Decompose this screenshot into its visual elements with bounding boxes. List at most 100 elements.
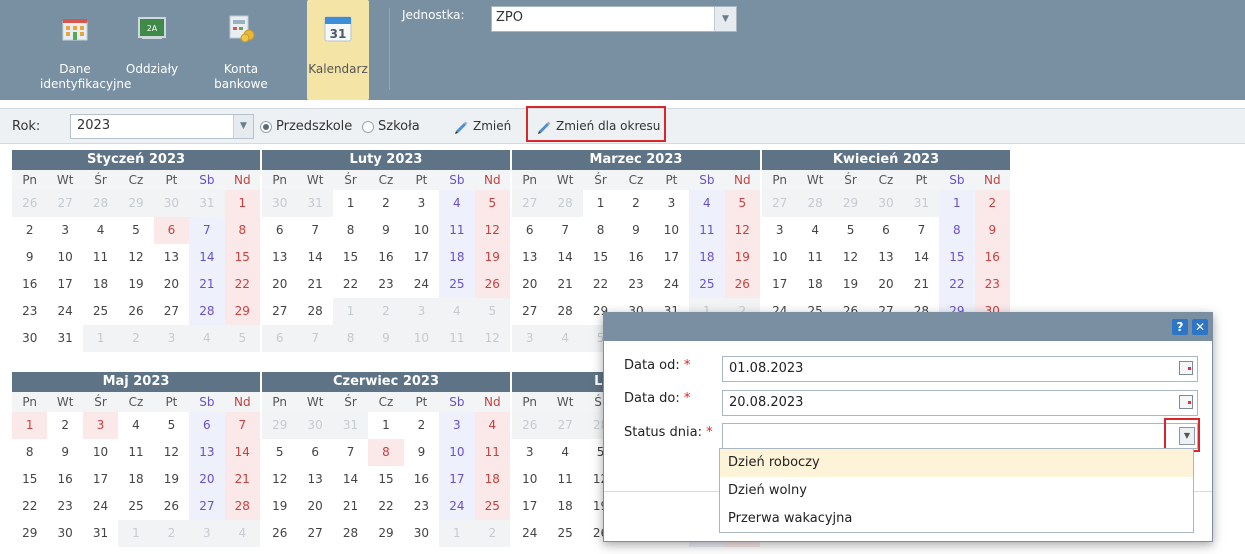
day-cell[interactable]: 22 (368, 493, 403, 520)
day-cell[interactable]: 22 (583, 271, 618, 298)
day-cell[interactable]: 13 (189, 439, 225, 466)
day-cell[interactable]: 24 (47, 298, 82, 325)
day-cell[interactable]: 3 (82, 412, 119, 439)
day-cell[interactable]: 3 (762, 217, 797, 244)
day-cell[interactable]: 16 (12, 271, 47, 298)
day-cell[interactable]: 2 (12, 217, 47, 244)
day-cell[interactable]: 28 (297, 298, 332, 325)
day-cell[interactable]: 15 (224, 244, 260, 271)
day-cell[interactable]: 8 (939, 217, 975, 244)
help-icon[interactable]: ? (1172, 319, 1188, 335)
day-cell[interactable]: 6 (189, 412, 225, 439)
day-cell[interactable]: 14 (904, 244, 939, 271)
day-cell[interactable]: 14 (224, 439, 260, 466)
day-cell[interactable]: 5 (724, 190, 760, 217)
day-cell[interactable]: 4 (547, 439, 582, 466)
day-cell[interactable]: 7 (333, 439, 368, 466)
day-cell[interactable]: 9 (618, 217, 653, 244)
day-cell[interactable]: 10 (512, 466, 547, 493)
day-cell[interactable]: 28 (189, 298, 225, 325)
day-cell[interactable]: 8 (368, 439, 404, 466)
day-cell[interactable]: 16 (368, 244, 403, 271)
day-cell[interactable]: 23 (47, 493, 82, 520)
day-cell[interactable]: 4 (83, 217, 118, 244)
day-cell[interactable]: 18 (474, 466, 510, 493)
day-cell[interactable]: 14 (547, 244, 582, 271)
day-cell[interactable]: 31 (47, 325, 82, 352)
radio-preschool-label[interactable]: Przedszkole (276, 119, 352, 134)
day-cell[interactable]: 24 (439, 493, 475, 520)
day-cell[interactable]: 10 (83, 439, 118, 466)
day-cell[interactable]: 29 (12, 520, 47, 547)
date-to-input[interactable]: 20.08.2023 (722, 390, 1198, 416)
day-cell[interactable]: 9 (12, 244, 47, 271)
day-cell[interactable]: 18 (797, 271, 832, 298)
day-cell[interactable]: 19 (833, 271, 868, 298)
day-cell[interactable]: 1 (939, 190, 975, 217)
tool-oddzialy[interactable]: 2A Oddziały (122, 0, 182, 100)
status-option-dzien-wolny[interactable]: Dzień wolny (720, 477, 1193, 505)
day-cell[interactable]: 4 (689, 190, 725, 217)
day-cell[interactable]: 25 (439, 271, 475, 298)
day-cell[interactable]: 9 (974, 217, 1010, 244)
tool-konta-bankowe[interactable]: Konta bankowe (196, 0, 286, 100)
day-cell[interactable]: 25 (118, 493, 153, 520)
day-cell[interactable]: 18 (83, 271, 118, 298)
day-cell[interactable]: 28 (547, 298, 582, 325)
day-cell[interactable]: 22 (12, 493, 47, 520)
day-cell[interactable]: 7 (224, 412, 260, 439)
day-cell[interactable]: 20 (512, 271, 547, 298)
day-cell[interactable]: 16 (974, 244, 1010, 271)
day-cell[interactable]: 23 (618, 271, 653, 298)
day-cell[interactable]: 11 (118, 439, 153, 466)
day-cell[interactable]: 13 (868, 244, 903, 271)
status-option-przerwa-wakacyjna[interactable]: Przerwa wakacyjna (720, 505, 1193, 533)
day-cell[interactable]: 24 (83, 493, 118, 520)
day-cell[interactable]: 11 (83, 244, 118, 271)
day-cell[interactable]: 26 (154, 493, 189, 520)
day-cell[interactable]: 11 (797, 244, 832, 271)
day-cell[interactable]: 3 (439, 412, 475, 439)
day-cell[interactable]: 12 (154, 439, 189, 466)
chevron-down-icon[interactable]: ▼ (233, 115, 253, 138)
day-cell[interactable]: 30 (12, 325, 47, 352)
day-cell[interactable]: 18 (547, 493, 582, 520)
day-cell[interactable]: 6 (868, 217, 903, 244)
day-cell[interactable]: 27 (512, 298, 547, 325)
day-cell[interactable]: 17 (654, 244, 689, 271)
day-cell[interactable]: 11 (547, 466, 582, 493)
day-cell[interactable]: 23 (368, 271, 403, 298)
day-cell[interactable]: 21 (547, 271, 582, 298)
day-cell[interactable]: 8 (333, 217, 368, 244)
day-cell[interactable]: 25 (83, 298, 118, 325)
day-cell[interactable]: 2 (404, 412, 439, 439)
day-cell[interactable]: 17 (404, 244, 439, 271)
status-select[interactable]: ▼ (722, 423, 1198, 449)
day-cell[interactable]: 22 (333, 271, 368, 298)
day-cell[interactable]: 3 (512, 439, 547, 466)
day-cell[interactable]: 30 (47, 520, 82, 547)
day-cell[interactable]: 14 (333, 466, 368, 493)
day-cell[interactable]: 15 (939, 244, 975, 271)
day-cell[interactable]: 27 (262, 298, 297, 325)
day-cell[interactable]: 2 (368, 190, 403, 217)
day-cell[interactable]: 1 (333, 190, 368, 217)
status-option-dzien-roboczy[interactable]: Dzień roboczy (720, 449, 1193, 477)
day-cell[interactable]: 27 (297, 520, 332, 547)
day-cell[interactable]: 24 (654, 271, 689, 298)
day-cell[interactable]: 10 (47, 244, 82, 271)
day-cell[interactable]: 23 (12, 298, 47, 325)
day-cell[interactable]: 10 (404, 217, 439, 244)
day-cell[interactable]: 24 (512, 520, 547, 547)
day-cell[interactable]: 14 (297, 244, 332, 271)
change-button[interactable]: Zmień (447, 114, 517, 140)
day-cell[interactable]: 9 (47, 439, 82, 466)
day-cell[interactable]: 8 (583, 217, 618, 244)
day-cell[interactable]: 2 (618, 190, 653, 217)
day-cell[interactable]: 13 (512, 244, 547, 271)
day-cell[interactable]: 25 (689, 271, 725, 298)
day-cell[interactable]: 16 (404, 466, 439, 493)
day-cell[interactable]: 7 (904, 217, 939, 244)
day-cell[interactable]: 21 (333, 493, 368, 520)
day-cell[interactable]: 26 (474, 271, 510, 298)
